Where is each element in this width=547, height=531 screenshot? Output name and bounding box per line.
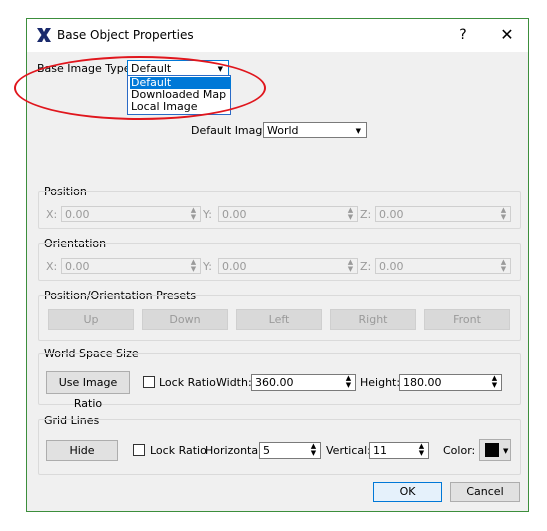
spin-arrows-icon: ▲ ▼ — [190, 258, 197, 273]
highlight-ellipse — [14, 56, 266, 120]
grid-color-button[interactable]: ▼ — [479, 439, 511, 461]
world-lock-ratio-checkbox[interactable] — [143, 376, 155, 388]
height-spinbox[interactable]: 180.00 ▲ ▼ — [399, 374, 502, 391]
spin-arrows-icon: ▲ ▼ — [418, 442, 425, 457]
help-button[interactable]: ? — [454, 26, 472, 44]
position-z-label: Z: — [360, 208, 372, 221]
world-lock-ratio-label: Lock Ratio — [159, 376, 216, 389]
width-label: Width: — [216, 376, 252, 389]
orientation-x-label: X: — [46, 260, 58, 273]
use-image-ratio-button[interactable]: Use Image Ratio — [46, 371, 130, 410]
color-label: Color: — [443, 444, 476, 457]
position-y-spinbox[interactable]: 0.00 ▲ ▼ — [218, 206, 358, 222]
grid-lock-ratio-checkbox[interactable] — [133, 444, 145, 456]
orientation-z-spinbox[interactable]: 0.00 ▲ ▼ — [375, 258, 511, 274]
height-label: Height: — [360, 376, 401, 389]
ok-button[interactable]: OK — [373, 482, 442, 502]
preset-right-button[interactable]: Right — [330, 309, 416, 330]
chevron-down-icon: ▼ — [355, 127, 361, 135]
preset-front-button[interactable]: Front — [424, 309, 510, 330]
orientation-y-label: Y: — [203, 260, 212, 273]
orientation-x-spinbox[interactable]: 0.00 ▲ ▼ — [61, 258, 201, 274]
horizontal-label: Horizontal: — [205, 444, 265, 457]
spin-arrows-icon: ▲ ▼ — [500, 206, 507, 221]
default-image-select[interactable]: World ▼ — [263, 122, 367, 138]
chevron-down-icon: ▼ — [503, 447, 509, 455]
preset-up-button[interactable]: Up — [48, 309, 134, 330]
width-spinbox[interactable]: 360.00 ▲ ▼ — [251, 374, 356, 391]
preset-down-button[interactable]: Down — [142, 309, 228, 330]
close-button[interactable]: ✕ — [497, 25, 517, 45]
spin-arrows-icon: ▲ ▼ — [310, 442, 317, 457]
window-title: Base Object Properties — [57, 28, 194, 42]
app-x-icon — [37, 28, 51, 42]
position-x-spinbox[interactable]: 0.00 ▲ ▼ — [61, 206, 201, 222]
orientation-y-spinbox[interactable]: 0.00 ▲ ▼ — [218, 258, 358, 274]
position-y-label: Y: — [203, 208, 212, 221]
hide-grid-button[interactable]: Hide — [46, 440, 118, 461]
color-swatch — [485, 443, 499, 457]
orientation-z-label: Z: — [360, 260, 372, 273]
spin-arrows-icon: ▲ ▼ — [345, 374, 352, 389]
default-image-label: Default Image: — [191, 124, 273, 137]
spin-arrows-icon: ▲ ▼ — [347, 206, 354, 221]
title-bar: Base Object Properties ? ✕ — [27, 19, 528, 52]
grid-lock-ratio-label: Lock Ratio — [150, 444, 207, 457]
horizontal-spinbox[interactable]: 5 ▲ ▼ — [259, 442, 321, 459]
cancel-button[interactable]: Cancel — [450, 482, 520, 502]
preset-left-button[interactable]: Left — [236, 309, 322, 330]
vertical-label: Vertical: — [326, 444, 371, 457]
vertical-spinbox[interactable]: 11 ▲ ▼ — [369, 442, 429, 459]
position-x-label: X: — [46, 208, 58, 221]
spin-arrows-icon: ▲ ▼ — [190, 206, 197, 221]
spin-arrows-icon: ▲ ▼ — [491, 374, 498, 389]
spin-arrows-icon: ▲ ▼ — [500, 258, 507, 273]
spin-arrows-icon: ▲ ▼ — [347, 258, 354, 273]
position-z-spinbox[interactable]: 0.00 ▲ ▼ — [375, 206, 511, 222]
default-image-value: World — [267, 124, 299, 137]
